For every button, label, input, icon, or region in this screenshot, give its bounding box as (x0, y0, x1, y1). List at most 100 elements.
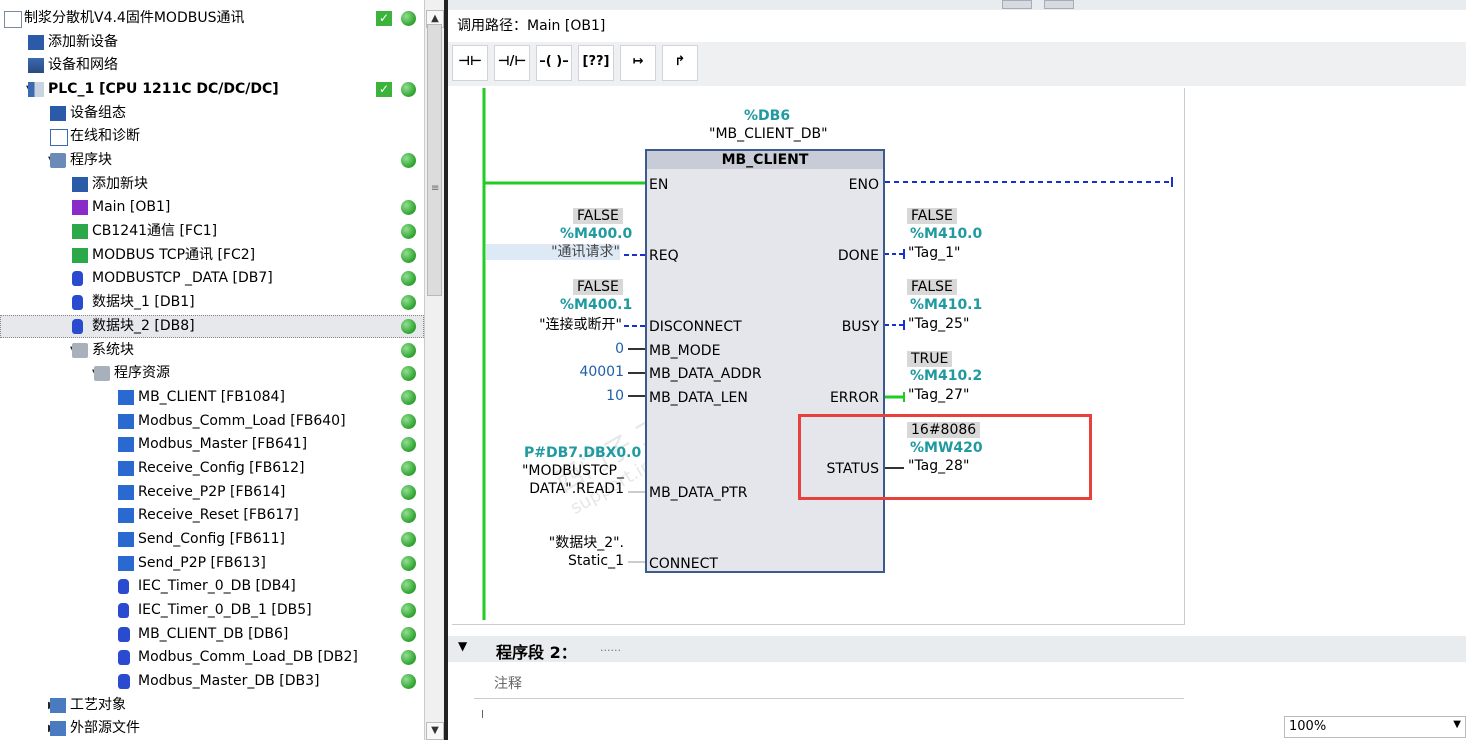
comment-label: 注释 (494, 676, 522, 692)
call-path-value: Main [OB1] (527, 18, 606, 34)
tree-item[interactable]: Receive_Reset [FB617] (0, 504, 424, 527)
add-device-icon (28, 34, 44, 50)
scroll-down-button[interactable]: ▼ (426, 722, 444, 740)
pin-mb-data-ptr: MB_DATA_PTR (649, 485, 748, 501)
tree-item[interactable]: Receive_P2P [FB614] (0, 481, 424, 504)
tree-item[interactable]: 制浆分散机V4.4固件MODBUS通讯 ✓ (0, 7, 424, 30)
tree-item[interactable]: 在线和诊断 (0, 125, 424, 148)
pin-disconnect: DISCONNECT (649, 319, 742, 335)
tree-item[interactable]: 数据块_2 [DB8] (0, 314, 424, 338)
zoom-select[interactable]: 100% ▼ (1284, 716, 1466, 738)
tree-item[interactable]: 设备组态 (0, 102, 424, 125)
folder-icon (50, 153, 66, 169)
ob-block-icon (72, 200, 88, 216)
status-ok-icon (401, 224, 416, 240)
network-2-comment[interactable]: 注释 (474, 668, 1184, 699)
tree-item[interactable]: IEC_Timer_0_DB [DB4] (0, 575, 424, 598)
empty-box-button[interactable]: [??] (578, 45, 614, 81)
tree-item[interactable]: ▶工艺对象 (0, 694, 424, 717)
status-ok-icon (401, 626, 416, 642)
done-tag[interactable]: "Tag_1" (908, 245, 961, 261)
tree-item[interactable]: Modbus_Comm_Load [FB640] (0, 410, 424, 433)
tree-item[interactable]: Send_P2P [FB613] (0, 552, 424, 575)
tree-item[interactable]: ▶外部源文件 (0, 717, 424, 740)
tree-item-label: 设备和网络 (48, 57, 118, 74)
connect-tag-line2[interactable]: Static_1 (492, 553, 624, 569)
tree-item[interactable]: Modbus_Master [FB641] (0, 433, 424, 456)
tree-item[interactable]: MODBUSTCP _DATA [DB7] (0, 267, 424, 290)
tree-item[interactable]: IEC_Timer_0_DB_1 [DB5] (0, 599, 424, 622)
tree-item-label: 设备组态 (70, 104, 126, 121)
network-2-header[interactable]: ▼ 程序段 2： ...... (448, 636, 1466, 662)
db-icon (118, 603, 129, 618)
error-tag[interactable]: "Tag_27" (908, 387, 969, 403)
status-ok-icon (401, 366, 416, 382)
mb-data-len-value[interactable]: 10 (592, 388, 624, 404)
coil-button[interactable]: –( )– (536, 45, 572, 81)
folder-gray-icon (72, 342, 88, 358)
tree-item[interactable]: ▼PLC_1 [CPU 1211C DC/DC/DC]✓ (0, 78, 424, 101)
normally-open-contact-button[interactable]: ⊣⊢ (452, 45, 488, 81)
tree-item[interactable]: Modbus_Comm_Load_DB [DB2] (0, 646, 424, 669)
zoom-value: 100% (1289, 719, 1327, 734)
busy-tag[interactable]: "Tag_25" (908, 316, 969, 332)
ptr-tag-line2[interactable]: DATA".READ1 (492, 481, 624, 497)
instance-db-name[interactable]: "MB_CLIENT_DB" (709, 126, 828, 142)
disconnect-tag[interactable]: "连接或断开" (512, 317, 622, 333)
add-block-icon (72, 176, 88, 192)
collapse-handle[interactable] (1044, 0, 1074, 9)
mb-mode-value[interactable]: 0 (592, 341, 624, 357)
pin-mb-data-addr: MB_DATA_ADDR (649, 366, 762, 382)
tree-scrollbar[interactable]: ▲ ≡ ▼ (424, 0, 445, 740)
instance-db-address[interactable]: %DB6 (744, 108, 790, 124)
tree-item-label: MODBUSTCP _DATA [DB7] (92, 270, 273, 287)
status-ok-icon (401, 555, 416, 571)
error-monitor-value: TRUE (907, 351, 953, 367)
instance-db-icon (118, 674, 130, 690)
error-address[interactable]: %M410.2 (910, 368, 982, 384)
tree-item[interactable]: MB_CLIENT_DB [DB6] (0, 623, 424, 646)
tree-item[interactable]: ▼程序块 (0, 149, 424, 172)
tree-item-label: CB1241通信 [FC1] (92, 223, 218, 240)
req-tag[interactable]: "通讯请求" (486, 244, 620, 260)
fb-block-icon (118, 437, 134, 453)
scrollbar-thumb[interactable]: ≡ (427, 24, 442, 296)
connect-tag-line1[interactable]: "数据块_2". (492, 535, 624, 551)
tree-item[interactable]: Receive_Config [FB612] (0, 457, 424, 480)
db-icon (72, 271, 83, 287)
ptr-tag-line1[interactable]: "MODBUSTCP_ (492, 463, 624, 479)
tree-item[interactable]: 数据块_1 [DB1] (0, 291, 424, 314)
tree-item[interactable]: 添加新设备 (0, 31, 424, 54)
folder-gray-icon (94, 366, 110, 382)
status-ok-icon (401, 674, 416, 690)
req-address[interactable]: %M400.0 (560, 226, 632, 242)
normally-closed-contact-button[interactable]: ⊣/⊢ (494, 45, 530, 81)
network-1: 西门子 工业 找答案 support.industry.siemens.com … (452, 88, 1185, 625)
network-2-dots[interactable]: ...... (600, 641, 621, 654)
tree-item[interactable]: CB1241通信 [FC1] (0, 220, 424, 243)
tree-item[interactable]: MODBUS TCP通讯 [FC2] (0, 244, 424, 267)
tree-item[interactable]: MB_CLIENT [FB1084] (0, 386, 424, 409)
collapse-handle[interactable] (1002, 0, 1032, 9)
tree-item-label: 程序块 (70, 152, 112, 169)
tree-item[interactable]: Modbus_Master_DB [DB3] (0, 670, 424, 693)
tree-item[interactable]: 添加新块 (0, 173, 424, 196)
tree-item[interactable]: Main [OB1] (0, 196, 424, 219)
tree-item[interactable]: ▼程序资源 (0, 362, 424, 385)
tree-item[interactable]: 设备和网络 (0, 54, 424, 77)
zoom-dropdown-icon[interactable]: ▼ (1453, 719, 1461, 730)
disconnect-address[interactable]: %M400.1 (560, 297, 632, 313)
mb-data-addr-value[interactable]: 40001 (562, 364, 624, 380)
collapse-arrow-icon[interactable]: ▼ (458, 639, 467, 653)
pin-mb-mode: MB_MODE (649, 343, 721, 359)
busy-address[interactable]: %M410.1 (910, 297, 982, 313)
tree-item[interactable]: ▼系统块 (0, 339, 424, 362)
empty-box-icon: [??] (582, 54, 610, 69)
tree-item[interactable]: Send_Config [FB611] (0, 528, 424, 551)
ptr-address[interactable]: P#DB7.DBX0.0 (524, 445, 641, 461)
mb-client-block[interactable]: MB_CLIENT EN ENO REQ DISCONNECT MB_MODE … (645, 149, 885, 573)
done-address[interactable]: %M410.0 (910, 226, 982, 242)
close-branch-button[interactable]: ↱ (662, 45, 698, 81)
open-branch-button[interactable]: ↦ (620, 45, 656, 81)
tree-item-label: MB_CLIENT_DB [DB6] (138, 625, 289, 642)
